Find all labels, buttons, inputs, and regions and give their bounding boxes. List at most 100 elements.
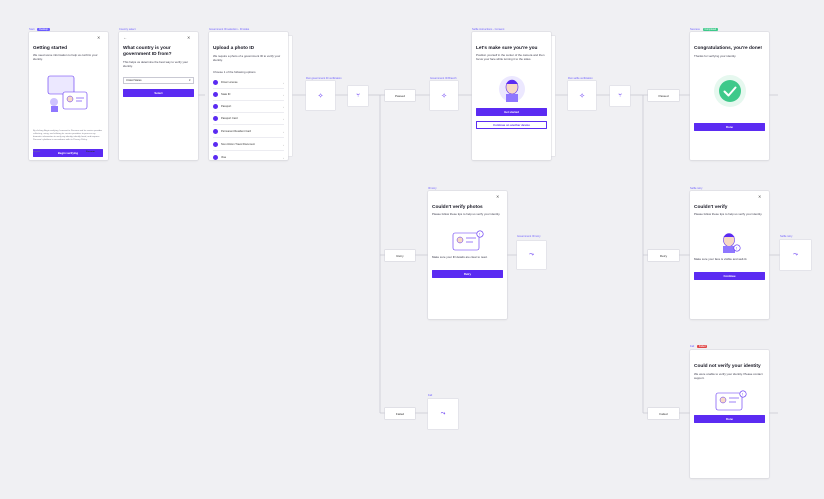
close-icon[interactable]: ✕: [758, 195, 761, 199]
help-text: Thanks for verifying your identity.: [694, 54, 737, 58]
id-option[interactable]: Visa ›: [213, 152, 284, 160]
close-icon[interactable]: ✕: [187, 36, 190, 40]
screen-label-selfie: Selfie instructions - Consent: [472, 28, 505, 31]
language-select[interactable]: English: [33, 151, 40, 154]
arrow-jump-icon: ⤳: [793, 251, 798, 258]
options-prompt: Choose 1 of the following options: [213, 70, 256, 74]
flow-canvas[interactable]: Start Desktop ✕ Getting started We need …: [0, 0, 824, 499]
screen-label-id-retry: ID retry: [428, 187, 437, 190]
node-label: Run selfie verification: [568, 77, 593, 80]
driver-license-icon: [213, 80, 218, 85]
screen-getting-started[interactable]: ✕ Getting started We need some informati…: [29, 32, 108, 160]
get-started-button[interactable]: Get started: [476, 108, 547, 116]
screen-success[interactable]: Congratulations, you're done! Thanks for…: [690, 32, 769, 160]
svg-text:!: !: [479, 232, 480, 237]
id-option[interactable]: Permanent Resident Card ›: [213, 126, 284, 138]
arrow-jump-icon: ⤳: [529, 251, 534, 258]
continue-button[interactable]: Continue: [694, 272, 765, 280]
id-card-warning-icon: !: [452, 230, 484, 251]
goto-node-id-retry[interactable]: ⤳: [517, 241, 546, 269]
visa-icon: [213, 155, 218, 160]
help-text: Please follow these tips to help us veri…: [432, 212, 501, 216]
close-icon[interactable]: ✕: [97, 36, 100, 40]
help-text: We were unable to verify your identity. …: [694, 372, 763, 380]
page-title: Congratulations, you're done!: [694, 46, 763, 51]
check-icon: [714, 75, 746, 107]
sparkle-icon: ✧: [579, 92, 585, 100]
chevron-right-icon: ›: [283, 104, 284, 109]
screen-country-select[interactable]: ← ✕ What country is your government ID f…: [119, 32, 198, 160]
page-title: Couldn't verify photos: [432, 205, 483, 210]
gov-id-branch-node[interactable]: ⑂: [348, 86, 368, 106]
success-label: Success: [690, 28, 700, 32]
tag-desktop: Desktop: [37, 28, 50, 31]
screen-label-upload: Government ID selection - ID sides: [209, 28, 250, 31]
id-option[interactable]: Non-Citizen Travel Document ›: [213, 139, 284, 151]
screen-label-country: Country select: [119, 28, 136, 31]
edge-passed-1[interactable]: Passed: [385, 90, 415, 101]
screen-retry-photos[interactable]: ✕ Couldn't verify photos Please follow t…: [428, 191, 507, 319]
screen-label-success: Success Completed: [690, 28, 719, 32]
select-button[interactable]: Select: [123, 89, 194, 97]
persona-logo: Persona: [86, 151, 95, 153]
id-option-label: State ID: [221, 93, 231, 96]
goto-node-selfie-retry[interactable]: ⤳: [780, 240, 811, 270]
screen-failed[interactable]: Could not verify your identity We were u…: [690, 350, 769, 478]
id-option-label: Permanent Resident Card: [221, 130, 251, 133]
continue-on-another-device-button[interactable]: Continue on another device: [476, 121, 547, 129]
retry-button[interactable]: Retry: [432, 270, 503, 278]
edge-retry-2[interactable]: Retry: [648, 250, 679, 261]
edge-retry-1[interactable]: Retry: [385, 250, 415, 261]
chevron-right-icon: ›: [283, 142, 284, 147]
help-text: Position yourself in the center of the c…: [476, 53, 545, 61]
id-option-label: Passport Card: [221, 117, 238, 120]
selfie-warning-icon: !: [723, 233, 741, 253]
page-title: Could not verify your identity: [694, 364, 761, 369]
edge-failed-2[interactable]: Failed: [648, 408, 679, 419]
page-title: Upload a photo ID: [213, 46, 255, 51]
consent-fine-print: By clicking Begin verifying I consent to…: [33, 130, 103, 141]
edge-failed-1[interactable]: Failed: [385, 408, 415, 419]
page-title: Getting started: [33, 46, 68, 51]
selfie-verification-node[interactable]: ✧: [568, 81, 596, 110]
passport-icon: [213, 104, 218, 109]
close-icon[interactable]: ✕: [496, 195, 499, 199]
fail-label: Fail: [690, 345, 695, 349]
id-option[interactable]: Passport Card ›: [213, 113, 284, 125]
selfie-illustration-icon: [499, 76, 525, 102]
screen-selfie[interactable]: Let's make sure you're you Position your…: [472, 32, 551, 160]
page-title: Couldn't verify: [694, 205, 728, 210]
sparkle-icon: ✧: [317, 92, 324, 100]
id-option[interactable]: Driver License ›: [213, 77, 284, 89]
screen-upload-id[interactable]: Upload a photo ID We require a photo of …: [209, 32, 288, 160]
intro-text: We need some information to help us conf…: [33, 53, 98, 61]
id-option-label: Passport: [221, 105, 232, 108]
id-card-warning-icon: !: [715, 390, 747, 411]
done-button[interactable]: Done: [694, 415, 765, 423]
done-button[interactable]: Done: [694, 123, 765, 131]
passport-card-icon: [213, 116, 218, 121]
screen-label-start: Start Desktop: [29, 28, 50, 31]
svg-text:!: !: [742, 392, 743, 397]
state-id-icon: [213, 92, 218, 97]
chevron-right-icon: ›: [283, 80, 284, 85]
id-option-label: Visa: [221, 156, 226, 159]
id-option[interactable]: State ID ›: [213, 89, 284, 101]
back-icon[interactable]: ←: [123, 36, 127, 40]
id-option[interactable]: Passport ›: [213, 101, 284, 113]
node-label: Fail: [428, 394, 433, 397]
screen-retry-selfie[interactable]: ✕ Couldn't verify Please follow these ti…: [690, 191, 769, 319]
branch-sparkle-node[interactable]: ✧: [430, 81, 458, 110]
selfie-branch-node[interactable]: ⑂: [610, 86, 630, 106]
gov-id-verification-node[interactable]: ✧: [306, 81, 335, 110]
country-select[interactable]: United States ▼: [123, 77, 194, 84]
country-select-value: United States: [126, 79, 142, 82]
edge-passed-2[interactable]: Passed: [648, 90, 679, 101]
svg-text:!: !: [736, 246, 737, 251]
goto-node-fail[interactable]: ⤳: [428, 399, 458, 429]
node-label: Run government ID verification: [306, 77, 342, 80]
page-title: Let's make sure you're you: [476, 46, 538, 51]
chevron-right-icon: ›: [283, 116, 284, 121]
failed-tag: Failed: [696, 345, 708, 348]
sparkle-icon: ✧: [441, 92, 447, 100]
